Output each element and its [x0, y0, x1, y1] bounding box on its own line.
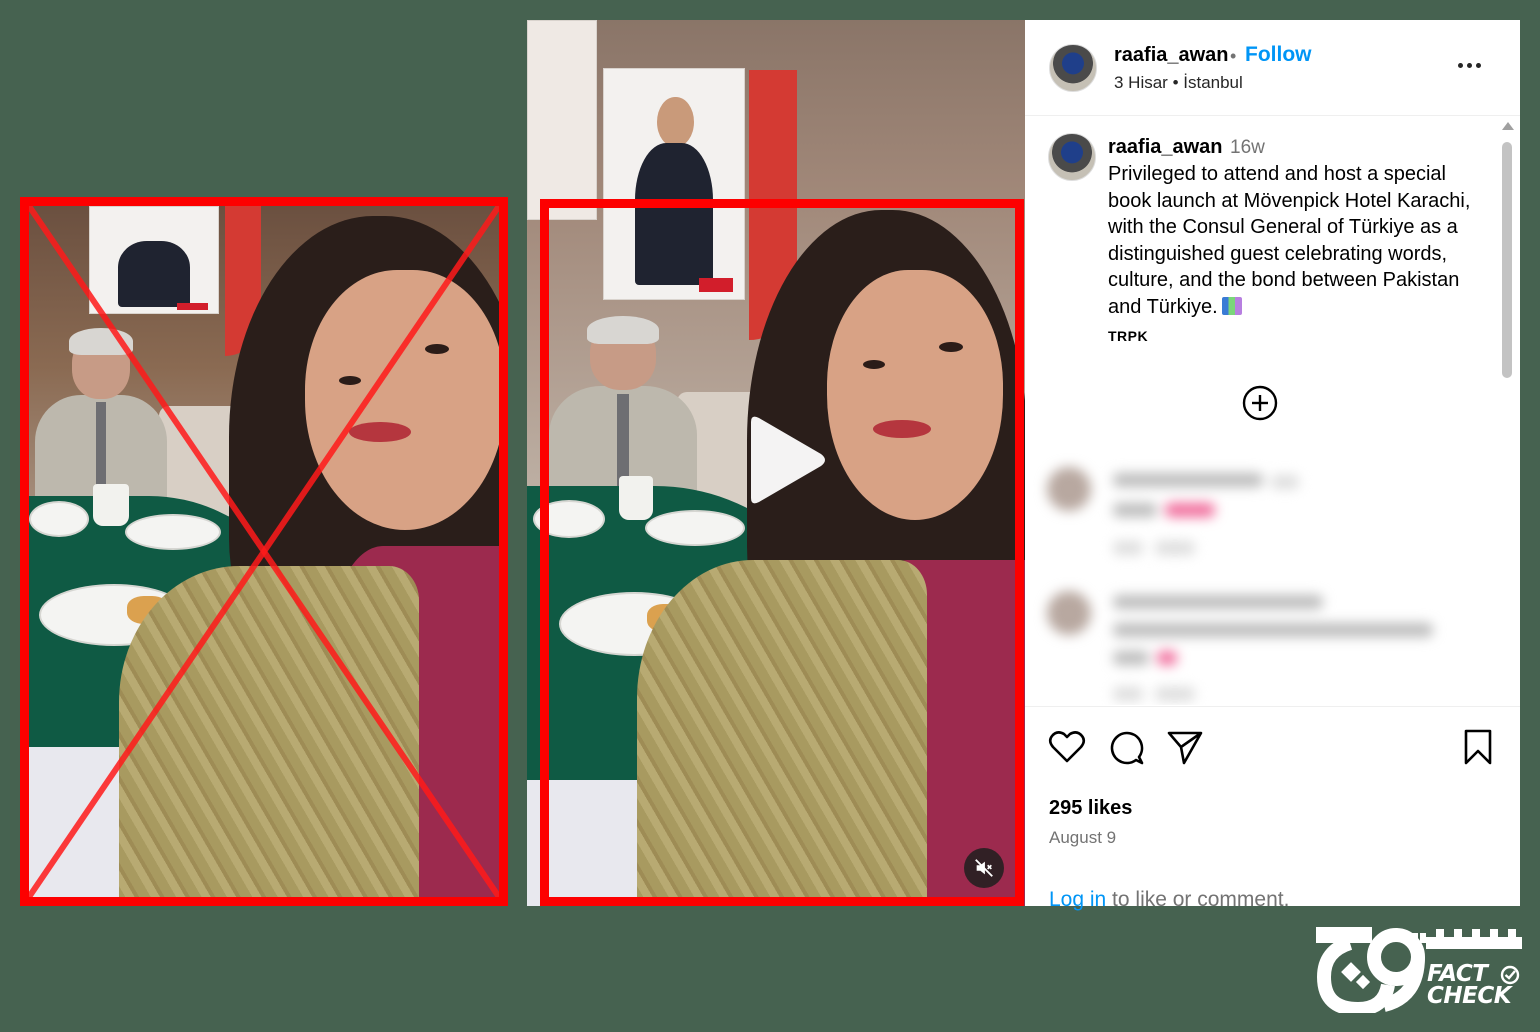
caption-tag[interactable]: TRPK — [1108, 328, 1148, 344]
check-circle-icon — [1500, 965, 1520, 985]
post-date[interactable]: August 9 — [1049, 828, 1116, 848]
scroll-up-arrow[interactable] — [1502, 122, 1514, 130]
play-icon[interactable] — [733, 412, 829, 508]
caption-time[interactable]: 16w — [1230, 137, 1265, 159]
login-link[interactable]: Log in — [1049, 888, 1106, 911]
post-sidebar: raafia_awan • Follow 3 Hisar • İstanbul … — [1025, 20, 1520, 911]
separator-dot: • — [1230, 46, 1237, 66]
mute-button[interactable] — [964, 848, 1004, 888]
post-actions: 295 likes August 9 Log in to like or com… — [1025, 706, 1520, 911]
post-header: raafia_awan • Follow 3 Hisar • İstanbul — [1025, 20, 1520, 116]
bookmark-icon[interactable] — [1458, 727, 1498, 767]
check-label: CHECK — [1427, 983, 1512, 1009]
location-link[interactable]: 3 Hisar • İstanbul — [1114, 73, 1243, 93]
scroll-thumb[interactable] — [1502, 142, 1512, 378]
muted-speaker-icon — [975, 859, 993, 877]
battlement-icon — [1426, 929, 1522, 949]
comments-scrollbar[interactable] — [1499, 120, 1515, 705]
avatar[interactable] — [1049, 44, 1097, 92]
speech-bubble-icon[interactable] — [1106, 727, 1146, 767]
blurred-comments — [1025, 445, 1500, 705]
fact-label: FACT — [1427, 961, 1488, 987]
brand-mark-icon — [1316, 927, 1426, 1017]
caption-body: Privileged to attend and host a special … — [1108, 163, 1471, 318]
login-prompt-text: to like or comment. — [1106, 888, 1290, 911]
header-username[interactable]: raafia_awan — [1114, 44, 1229, 67]
caption-text: Privileged to attend and host a special … — [1108, 161, 1478, 320]
fact-check-text: FACT CHECK — [1427, 961, 1512, 1009]
fact-check-logo: FACT CHECK — [1314, 925, 1524, 1017]
caption-username[interactable]: raafia_awan — [1108, 136, 1223, 159]
caption-avatar[interactable] — [1048, 133, 1096, 181]
book-emoji-icon — [1221, 296, 1242, 315]
instagram-post: raafia_awan • Follow 3 Hisar • İstanbul … — [527, 20, 1520, 911]
crossed-out-photo-frame — [20, 197, 508, 906]
follow-button[interactable]: Follow — [1245, 43, 1312, 67]
login-prompt: Log in to like or comment. — [1049, 888, 1289, 912]
plus-circle-icon[interactable] — [1242, 385, 1278, 421]
more-options-icon[interactable] — [1453, 50, 1485, 80]
red-x-mark — [29, 206, 499, 897]
post-video[interactable] — [527, 20, 1025, 906]
comments-panel: raafia_awan 16w Privileged to attend and… — [1025, 117, 1500, 705]
heart-icon[interactable] — [1047, 727, 1087, 767]
likes-count[interactable]: 295 likes — [1049, 797, 1132, 820]
paper-plane-icon[interactable] — [1165, 727, 1205, 767]
red-highlight-box — [540, 199, 1024, 906]
